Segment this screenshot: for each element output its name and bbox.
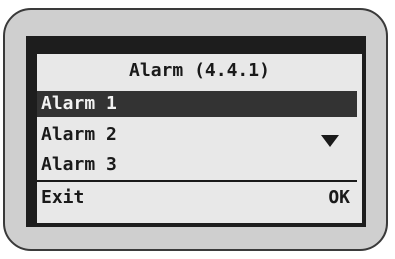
- menu-item-alarm-2[interactable]: Alarm 2: [37, 122, 357, 148]
- scroll-down-icon: [321, 135, 339, 147]
- exit-softkey[interactable]: Exit: [41, 185, 84, 211]
- menu-item-alarm-1[interactable]: Alarm 1: [37, 91, 357, 117]
- screen-title: Alarm (4.4.1): [129, 60, 270, 81]
- softkey-divider: [37, 180, 357, 182]
- lcd-screen: Alarm (4.4.1) Alarm 1 Alarm 2 Alarm 3 Ex…: [37, 54, 362, 223]
- menu-item-alarm-3[interactable]: Alarm 3: [37, 152, 357, 178]
- ok-softkey[interactable]: OK: [328, 185, 350, 211]
